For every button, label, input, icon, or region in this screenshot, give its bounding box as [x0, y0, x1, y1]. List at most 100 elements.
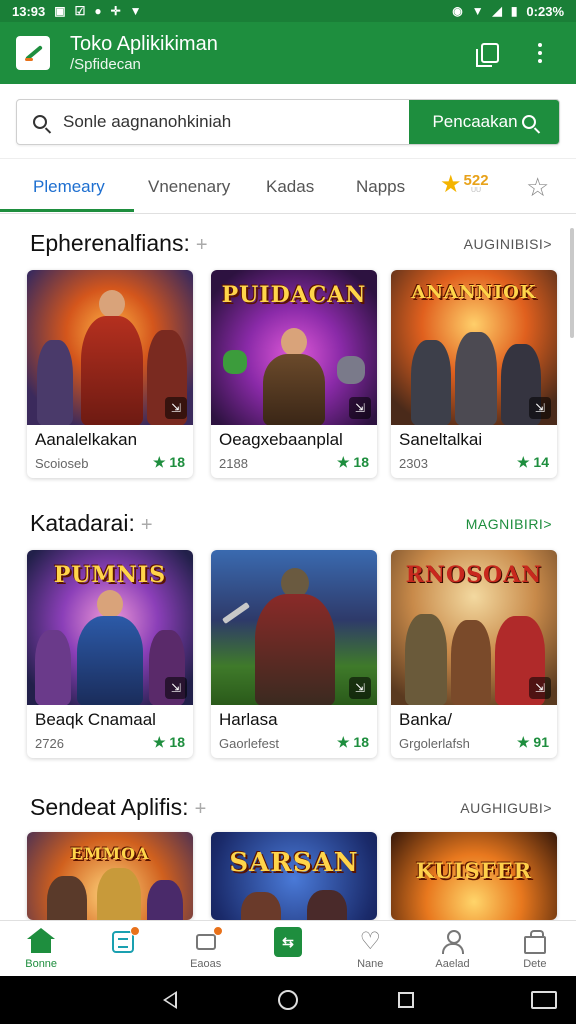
nav-chat[interactable]: Eaoas	[165, 921, 247, 976]
keyboard-button[interactable]	[514, 976, 574, 1024]
bag-icon	[521, 928, 549, 956]
app-meta: Grgolerlafsh	[399, 736, 470, 751]
rating-star-icon: ★	[440, 171, 462, 198]
nav-label: Nane	[357, 957, 384, 970]
app-card[interactable]: ⇲ Aanalelkakan Scoioseb ★ 18	[27, 270, 193, 478]
app-name: Beaqk Cnamaal	[35, 710, 156, 729]
kebab-menu-icon	[538, 43, 542, 63]
section-header: Epherenalfians: + AUGINIBISI>	[30, 230, 552, 257]
nav-list[interactable]	[82, 921, 164, 976]
search-button[interactable]: Pencaakan	[409, 100, 559, 144]
nav-label: Eaoas	[190, 957, 222, 970]
app-artwork-title: PUIDACAN	[221, 282, 367, 308]
back-icon	[163, 991, 177, 1009]
see-more-link[interactable]: MAGNIBIRI>	[466, 516, 552, 532]
nav-favorites[interactable]: ♡ Nane	[329, 921, 411, 976]
app-card[interactable]: KUISFER	[391, 832, 557, 920]
plus-notification-icon: ✛	[110, 4, 121, 18]
app-card[interactable]: PUMNIS ⇲ Beaqk Cnamaal 2726 ★ 18	[27, 550, 193, 758]
tab-rating-sub: UU	[470, 187, 482, 194]
rating-star-icon: ★	[152, 734, 166, 750]
install-icon: ⇲	[349, 677, 371, 699]
nav-account[interactable]: Aaelad	[411, 921, 493, 976]
search-bar: Pencaakan	[16, 99, 560, 145]
plus-icon[interactable]: +	[196, 234, 208, 256]
recents-button[interactable]	[376, 976, 436, 1024]
app-artwork-title: EMMOA	[70, 844, 150, 863]
favorite-star-icon[interactable]: ☆	[526, 172, 549, 203]
app-card[interactable]: PUIDACAN ⇲ Oeagxebaanplal 2188 ★ 18	[211, 270, 377, 478]
app-card[interactable]: RNOSOAN ⇲ Banka/ Grgolerlafsh ★ 91	[391, 550, 557, 758]
check-notification-icon: ☑	[74, 4, 86, 18]
see-more-link[interactable]: AUGHIGUBI>	[460, 800, 552, 816]
app-artwork: RNOSOAN ⇲	[391, 550, 557, 705]
app-artwork: PUMNIS ⇲	[27, 550, 193, 705]
app-artwork: EMMOA	[27, 832, 193, 920]
home-icon	[27, 927, 56, 956]
search-button-icon	[521, 115, 536, 129]
home-button[interactable]	[258, 976, 318, 1024]
install-icon: ⇲	[349, 397, 371, 419]
app-meta: 2726	[35, 736, 64, 751]
wifi-icon: ▼	[471, 4, 484, 18]
category-tabs: Plemeary Vnenenary Kadas Napps	[0, 158, 576, 214]
copy-button[interactable]	[470, 33, 510, 73]
store-icon: ⇆	[273, 926, 302, 957]
tab-rating-badge[interactable]: ★ 522 UU	[440, 170, 489, 199]
app-name: Harlasa	[219, 710, 278, 729]
plus-icon[interactable]: +	[141, 514, 153, 536]
battery-level: 0:23%	[526, 3, 564, 19]
notification-dot	[130, 925, 141, 936]
nav-label: Bonne	[25, 957, 58, 970]
app-meta: 2303	[399, 456, 428, 471]
tab-napps[interactable]: Napps	[356, 159, 405, 214]
plus-icon[interactable]: +	[195, 798, 207, 820]
bottom-navigation: Bonne Eaoas ⇆ ♡ Nane Aaelad Dete	[0, 920, 576, 976]
search-input[interactable]	[63, 100, 409, 144]
keyboard-icon	[531, 991, 557, 1009]
app-rating: ★ 18	[336, 454, 369, 470]
nav-home[interactable]: Bonne	[0, 921, 82, 976]
nav-label: Dete	[523, 957, 547, 970]
nav-store[interactable]: ⇆	[247, 921, 329, 976]
app-card[interactable]: ANANNIOK ⇲ Saneltalkai 2303 ★ 14	[391, 270, 557, 478]
tab-vnenenary[interactable]: Vnenenary	[148, 159, 230, 214]
wifi-notification-icon: ▼	[129, 4, 142, 18]
app-name: Oeagxebaanplal	[219, 430, 343, 449]
battery-icon: ▮	[510, 4, 518, 18]
app-meta: Gaorlefest	[219, 736, 279, 751]
nav-bag[interactable]: Dete	[494, 921, 576, 976]
list-icon	[109, 925, 141, 956]
nav-label: Aaelad	[435, 957, 470, 970]
see-more-link[interactable]: AUGINIBISI>	[464, 236, 552, 252]
app-artwork-title: RNOSOAN	[405, 562, 543, 588]
install-icon: ⇲	[165, 677, 187, 699]
recents-icon	[398, 992, 414, 1008]
rating-star-icon: ★	[152, 454, 166, 470]
install-icon: ⇲	[165, 397, 187, 419]
tab-plemeary[interactable]: Plemeary	[33, 159, 105, 214]
search-button-label: Pencaakan	[432, 112, 518, 131]
signal-icon: ◢	[492, 4, 502, 18]
rating-star-icon: ★	[336, 734, 350, 750]
app-card[interactable]: SARSAN	[211, 832, 377, 920]
heart-icon: ♡	[359, 927, 382, 955]
app-artwork: SARSAN	[211, 832, 377, 920]
rating-star-icon: ★	[516, 454, 530, 470]
alarm-icon: ◉	[452, 4, 463, 18]
tab-kadas[interactable]: Kadas	[266, 159, 314, 214]
app-rating: ★ 18	[152, 454, 185, 470]
section-title: Sendeat Aplifis:	[30, 794, 189, 820]
image-notification-icon: ▣	[54, 4, 66, 18]
app-card[interactable]: EMMOA	[27, 832, 193, 920]
back-button[interactable]	[140, 976, 200, 1024]
active-tab-indicator	[0, 209, 134, 212]
more-options-button[interactable]	[520, 33, 560, 73]
app-name: Banka/	[399, 710, 452, 729]
app-card[interactable]: ⇲ Harlasa Gaorlefest ★ 18	[211, 550, 377, 758]
install-icon: ⇲	[529, 397, 551, 419]
scrollbar[interactable]	[570, 228, 574, 338]
status-time: 13:93	[12, 3, 46, 19]
app-artwork-title: PUMNIS	[53, 562, 167, 588]
app-name: Saneltalkai	[399, 430, 483, 449]
